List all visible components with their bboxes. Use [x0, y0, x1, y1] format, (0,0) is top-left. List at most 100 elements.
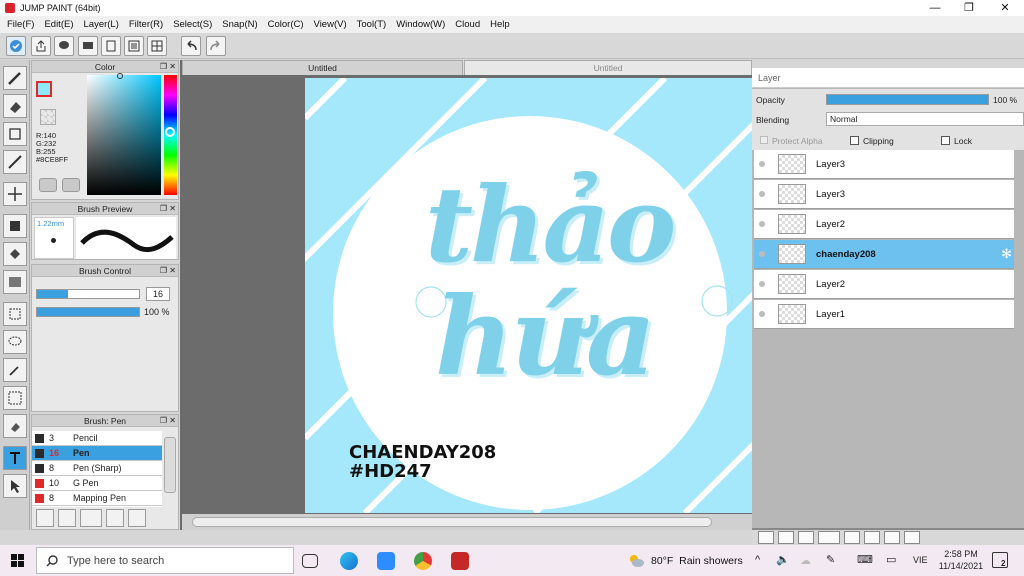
panel-button[interactable] — [147, 36, 167, 56]
tool-brush[interactable] — [3, 66, 27, 90]
tool-rectangle[interactable] — [3, 122, 27, 146]
layer-folder-button[interactable] — [844, 531, 860, 544]
layer-settings-gear-icon[interactable]: ✻ — [1001, 246, 1012, 262]
brush-folder-button[interactable] — [128, 509, 146, 527]
lock-checkbox[interactable] — [941, 136, 950, 145]
tool-lasso[interactable] — [3, 330, 27, 354]
pen-icon[interactable]: ✎ — [826, 553, 835, 566]
brush-item[interactable]: 3 Pencil — [32, 431, 162, 446]
brush-list-scrollbar[interactable] — [164, 437, 176, 493]
chrome-icon[interactable] — [414, 552, 432, 570]
panel-close-icon[interactable]: ❐ ✕ — [160, 204, 176, 214]
tool-magic-wand[interactable] — [3, 358, 27, 382]
speaker-icon[interactable]: 🔈 — [776, 553, 790, 566]
minimize-button[interactable]: — — [918, 0, 952, 16]
layer-duplicate-button[interactable] — [864, 531, 880, 544]
comment-button[interactable] — [54, 36, 74, 56]
layer-visibility-icon[interactable] — [759, 281, 765, 287]
transparent-color-swatch[interactable] — [40, 109, 56, 125]
jump-paint-taskbar-icon[interactable] — [451, 552, 469, 570]
display-icon[interactable]: ▭ — [886, 553, 896, 566]
layer-row[interactable]: Layer3 — [754, 180, 1014, 209]
language-indicator[interactable]: VIE — [913, 555, 928, 565]
layer-visibility-icon[interactable] — [759, 161, 765, 167]
menu-filter[interactable]: Filter(R) — [129, 19, 163, 30]
brush-item[interactable]: 8 Pen (Sharp) — [32, 461, 162, 476]
brush-settings-button[interactable] — [36, 509, 54, 527]
artwork-canvas[interactable]: thảo hứa CHAENDAY208 #HD247 — [305, 78, 752, 513]
close-button[interactable]: ✕ — [988, 0, 1022, 16]
new-layer-copy-button[interactable] — [798, 531, 814, 544]
color-picker-cursor[interactable] — [117, 73, 123, 79]
panel-close-icon[interactable]: ❐ ✕ — [160, 62, 176, 72]
layer-merge-button[interactable] — [884, 531, 900, 544]
brush-size-value[interactable]: 16 — [146, 287, 170, 301]
notification-icon[interactable]: 2 — [992, 552, 1008, 568]
zoom-icon[interactable] — [377, 552, 395, 570]
menu-layer[interactable]: Layer(L) — [84, 19, 119, 30]
new-vector-layer-button[interactable] — [778, 531, 794, 544]
saturation-value-picker[interactable] — [87, 73, 161, 195]
taskbar-search-box[interactable]: Type here to search — [36, 547, 294, 574]
menu-edit[interactable]: Edit(E) — [44, 19, 73, 30]
tool-text[interactable] — [3, 446, 27, 470]
tool-fill-rect[interactable] — [3, 214, 27, 238]
cloud-check-button[interactable] — [6, 36, 26, 56]
protect-alpha-checkbox[interactable] — [760, 136, 768, 144]
menu-color[interactable]: Color(C) — [268, 19, 304, 30]
clipping-checkbox[interactable] — [850, 136, 859, 145]
maximize-button[interactable]: ❐ — [952, 0, 986, 16]
tool-select-rect[interactable] — [3, 302, 27, 326]
foreground-color-swatch[interactable] — [36, 81, 52, 97]
taskbar-clock[interactable]: 2:58 PM 11/14/2021 — [936, 548, 986, 572]
redo-button[interactable] — [206, 36, 226, 56]
menu-view[interactable]: View(V) — [314, 19, 347, 30]
new-brush-button[interactable] — [58, 509, 76, 527]
panel-close-icon[interactable]: ❐ ✕ — [160, 416, 176, 426]
tool-move[interactable] — [3, 182, 27, 206]
canvas-horizontal-scrollbar[interactable] — [182, 514, 752, 530]
tab-untitled-inactive[interactable]: Untitled — [464, 60, 752, 75]
brush-item[interactable]: 8 Mapping Pen — [32, 491, 162, 506]
tool-select-pen[interactable] — [3, 386, 27, 410]
keyboard-icon[interactable]: ⌨ — [857, 553, 873, 566]
layer-row[interactable]: chaenday208 ✻ — [754, 240, 1014, 269]
brush-item[interactable]: 10 G Pen — [32, 476, 162, 491]
color-set-button[interactable] — [62, 178, 80, 192]
tool-select-eraser[interactable] — [3, 414, 27, 438]
hue-slider[interactable] — [164, 75, 177, 195]
tool-gradient[interactable] — [3, 270, 27, 294]
layer-blending-select[interactable]: Normal — [826, 112, 1024, 126]
page-button[interactable] — [101, 36, 121, 56]
taskbar-weather-text[interactable]: 80°F Rain showers — [651, 555, 743, 567]
pages-button[interactable] — [124, 36, 144, 56]
tab-untitled-active[interactable]: Untitled — [182, 60, 463, 75]
brush-item[interactable]: 16 Pen — [32, 446, 162, 461]
panel-close-icon[interactable]: ❐ ✕ — [160, 266, 176, 276]
layer-visibility-icon[interactable] — [759, 221, 765, 227]
windows-start-icon[interactable] — [11, 554, 24, 567]
menu-select[interactable]: Select(S) — [173, 19, 212, 30]
layer-visibility-icon[interactable] — [759, 251, 765, 257]
share-button[interactable] — [31, 36, 51, 56]
menu-tool[interactable]: Tool(T) — [357, 19, 387, 30]
brush-menu-button[interactable] — [80, 509, 102, 527]
layer-row[interactable]: Layer1 — [754, 300, 1014, 329]
layer-add-menu-button[interactable] — [818, 531, 840, 544]
tool-line[interactable] — [3, 150, 27, 174]
layer-row[interactable]: Layer3 — [754, 150, 1014, 179]
menu-help[interactable]: Help — [490, 19, 510, 30]
layer-row[interactable]: Layer2 — [754, 270, 1014, 299]
layer-row[interactable]: Layer2 — [754, 210, 1014, 239]
layer-visibility-icon[interactable] — [759, 191, 765, 197]
brush-size-slider[interactable] — [36, 289, 140, 299]
tool-eraser[interactable] — [3, 94, 27, 118]
hue-slider-handle[interactable] — [165, 127, 175, 137]
menu-cloud[interactable]: Cloud — [455, 19, 480, 30]
message-button[interactable] — [78, 36, 98, 56]
palette-button[interactable] — [39, 178, 57, 192]
undo-button[interactable] — [181, 36, 201, 56]
brush-copy-button[interactable] — [106, 509, 124, 527]
menu-snap[interactable]: Snap(N) — [222, 19, 257, 30]
task-view-icon[interactable] — [302, 554, 318, 568]
